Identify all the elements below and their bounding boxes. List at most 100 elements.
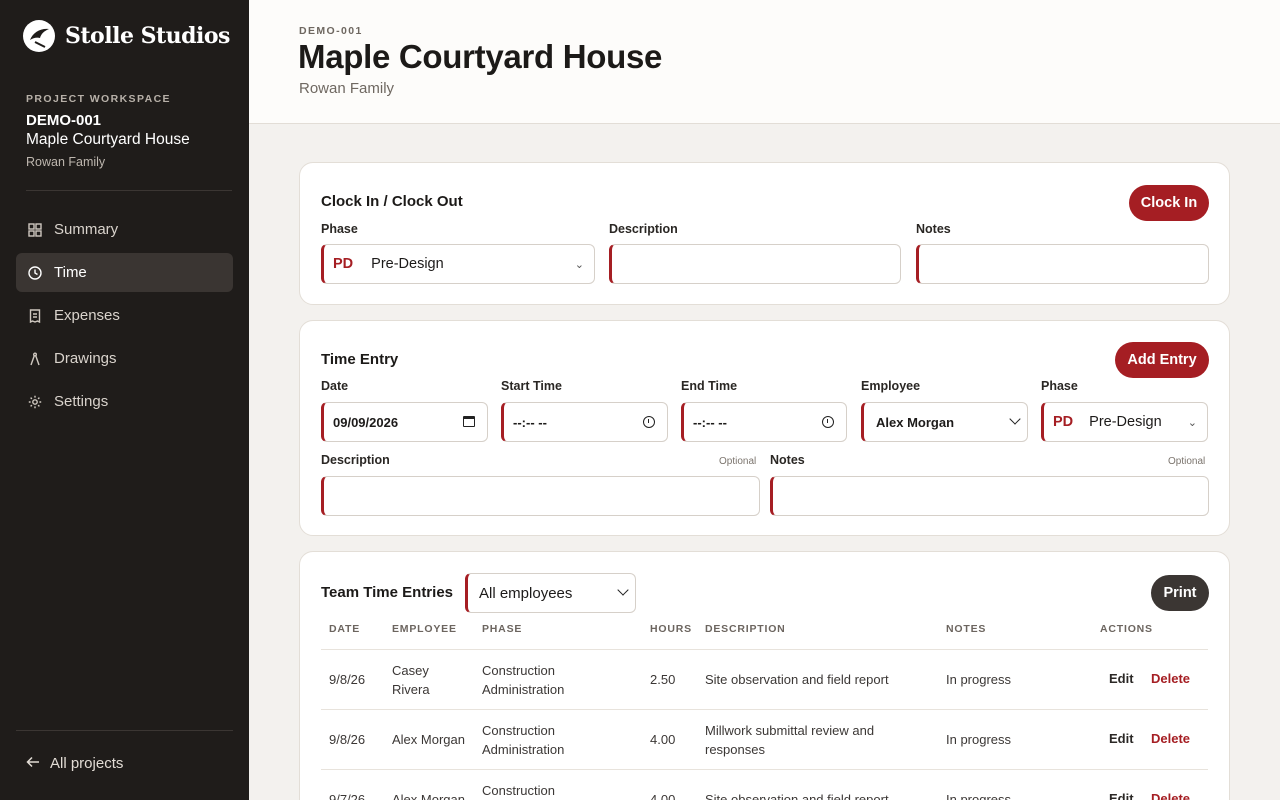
row-notes: In progress [946,792,1012,800]
clock-icon[interactable] [643,416,655,428]
row-description: Site observation and field report [705,792,889,800]
column-header-hours: HOURS [650,623,692,635]
gear-icon [28,395,42,409]
bird-logo-icon [23,20,55,52]
sidebar-item-settings[interactable]: Settings [16,382,233,421]
delete-button[interactable]: Delete [1151,791,1190,800]
edit-button[interactable]: Edit [1109,791,1134,800]
chevron-down-icon: ⌄ [574,259,584,271]
all-projects-label: All projects [50,755,124,772]
description-input[interactable] [609,244,901,284]
table-row: 9/8/26 Alex Morgan Construction Administ… [321,709,1208,769]
brand[interactable]: Stolle Studios [23,20,230,52]
chevron-down-icon [1009,413,1021,425]
end-time-value: --:-- -- [693,414,727,430]
add-entry-button[interactable]: Add Entry [1115,342,1209,378]
employee-value: Alex Morgan [876,414,955,430]
start-time-label: Start Time [501,379,562,393]
row-date: 9/8/26 [329,672,366,687]
sidebar-item-drawings[interactable]: Drawings [16,339,233,378]
clock-icon [28,265,42,280]
entry-phase-label: Phase [1041,379,1078,393]
end-time-label: End Time [681,379,738,393]
column-header-phase: PHASE [482,623,523,635]
column-header-date: DATE [329,623,361,635]
entry-phase-select[interactable]: PD Pre-Design ⌄ [1041,402,1208,442]
print-button[interactable]: Print [1151,575,1209,611]
arrow-left-icon [26,755,40,772]
phase-label: Phase [321,222,358,236]
row-phase: Construction Administration [482,783,555,798]
notes-input[interactable] [916,244,1209,284]
employee-filter-select[interactable]: All employees [465,573,636,613]
grid-icon [28,222,42,237]
brand-name: Stolle Studios [65,23,230,49]
row-employee: Alex Morgan [392,732,465,747]
row-hours: 4.00 [650,732,676,747]
phase-code: PD [1053,414,1074,430]
edit-button[interactable]: Edit [1109,731,1134,746]
description-label: Description [609,222,678,236]
calendar-icon[interactable] [463,416,475,427]
team-entries-title: Team Time Entries [321,584,453,601]
employee-filter-value: All employees [479,584,573,602]
phase-select[interactable]: PD Pre-Design ⌄ [321,244,595,284]
workspace-client: Rowan Family [26,155,106,169]
sidebar-item-label: Expenses [54,307,120,324]
sidebar-item-label: Settings [54,393,109,410]
workspace-code: DEMO-001 [26,112,102,129]
sidebar-divider [16,730,233,731]
phase-name: Pre-Design [371,256,444,272]
delete-button[interactable]: Delete [1151,671,1190,686]
date-input[interactable]: 09/09/2026 [321,402,488,442]
employee-label: Employee [861,379,921,393]
entry-description-input[interactable] [321,476,760,516]
column-header-employee: EMPLOYEE [392,623,457,635]
all-projects-link[interactable]: All projects [26,755,123,772]
row-phase: Construction Administration [482,663,565,697]
delete-button[interactable]: Delete [1151,731,1190,746]
sidebar-item-summary[interactable]: Summary [16,210,233,249]
time-entry-card: Time Entry Add Entry Date 09/09/2026 Sta… [299,320,1230,536]
column-header-actions: ACTIONS [1100,623,1153,635]
row-date: 9/7/26 [329,792,366,800]
optional-hint: Optional [1168,456,1206,467]
receipt-icon [28,308,42,323]
optional-hint: Optional [719,456,757,467]
sidebar-item-label: Time [54,264,87,281]
entry-description-label: Description [321,453,390,467]
table-row: 9/7/26 Alex Morgan Construction Administ… [321,769,1208,800]
phase-code: PD [333,256,354,272]
row-description: Site observation and field report [705,672,889,687]
employee-select[interactable]: Alex Morgan [861,402,1028,442]
sidebar-item-expenses[interactable]: Expenses [16,296,233,335]
entry-notes-label: Notes [770,453,805,467]
row-hours: 4.00 [650,792,676,800]
start-time-input[interactable]: --:-- -- [501,402,668,442]
chevron-down-icon [617,584,629,596]
sidebar: Stolle Studios PROJECT WORKSPACE DEMO-00… [0,0,249,800]
chevron-down-icon: ⌄ [1187,417,1197,429]
sidebar-item-label: Summary [54,221,119,238]
compass-icon [28,352,42,366]
end-time-input[interactable]: --:-- -- [681,402,847,442]
row-phase: Construction Administration [482,723,565,757]
sidebar-nav: Summary Time Expenses Drawings Settings [16,210,233,425]
start-time-value: --:-- -- [513,414,547,430]
phase-name: Pre-Design [1089,414,1162,430]
clock-icon[interactable] [822,416,834,428]
entry-notes-input[interactable] [770,476,1209,516]
time-entry-title: Time Entry [321,351,399,368]
clock-card: Clock In / Clock Out Clock In Phase PD P… [299,162,1230,305]
row-date: 9/8/26 [329,732,366,747]
workspace-name: Maple Courtyard House [26,131,190,148]
project-code: DEMO-001 [299,25,363,37]
sidebar-item-time[interactable]: Time [16,253,233,292]
sidebar-divider [26,190,232,191]
page-title: Maple Courtyard House [298,38,663,75]
column-header-notes: NOTES [946,623,987,635]
page-header: DEMO-001 Maple Courtyard House Rowan Fam… [249,0,1280,124]
row-notes: In progress [946,672,1012,687]
edit-button[interactable]: Edit [1109,671,1134,686]
clock-in-button[interactable]: Clock In [1129,185,1209,221]
